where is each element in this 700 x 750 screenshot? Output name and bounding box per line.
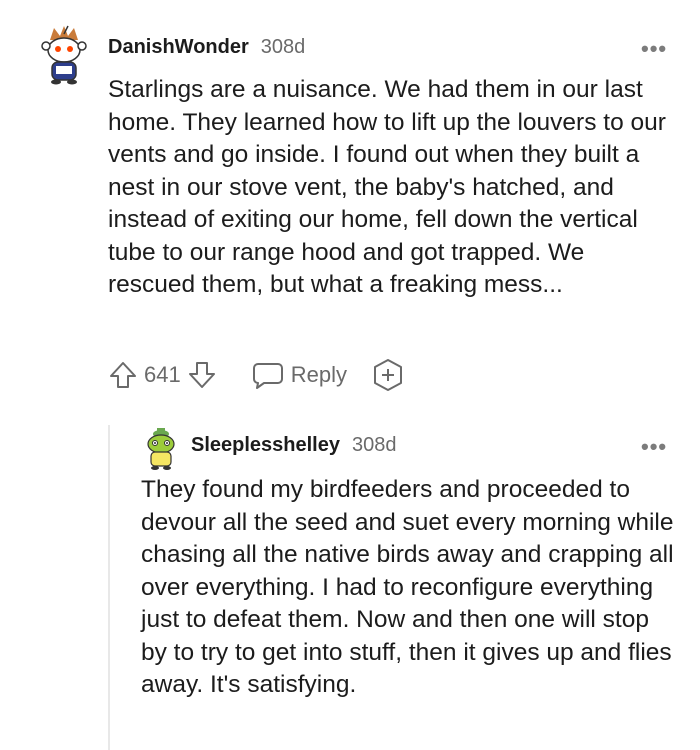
downvote-arrow-icon[interactable] [187, 360, 217, 390]
comment-body: Starlings are a nuisance. We had them in… [108, 76, 666, 298]
thread-line[interactable] [108, 425, 110, 750]
more-options-icon[interactable]: ••• [641, 38, 667, 60]
user-avatar[interactable] [32, 22, 96, 86]
award-plus-icon[interactable] [371, 358, 405, 392]
upvote-arrow-icon[interactable] [108, 360, 138, 390]
username[interactable]: Sleeplesshelley [191, 434, 340, 457]
comment-age: 308d [351, 434, 397, 456]
frog-avatar-icon [147, 428, 175, 470]
comment-header: DanishWonder 308d [108, 36, 305, 59]
reply-label: Reply [290, 362, 347, 387]
snoo-avatar-icon [41, 25, 87, 85]
chat-bubble-icon [252, 363, 283, 389]
username[interactable]: DanishWonder [108, 36, 249, 59]
more-options-icon[interactable]: ••• [641, 436, 667, 458]
user-avatar[interactable] [141, 426, 181, 470]
comment-actions: 641 Reply [108, 358, 405, 392]
comment-age: 308d [260, 36, 306, 58]
vote-count: 641 [144, 362, 181, 387]
comment-body: They found my birdfeeders and proceeded … [141, 476, 674, 698]
reply-button[interactable]: Reply [251, 360, 347, 390]
comment-header: Sleeplesshelley 308d [191, 434, 396, 457]
